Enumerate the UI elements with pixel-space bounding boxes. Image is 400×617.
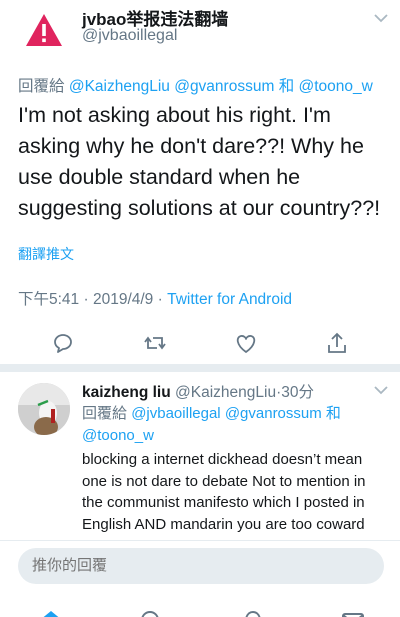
warning-icon xyxy=(26,14,62,46)
nav-home[interactable] xyxy=(38,608,64,617)
tweet-actions xyxy=(0,328,400,362)
reply-and: 和 xyxy=(325,405,341,422)
reply-header: kaizheng liu @KaizhengLiu·30分 xyxy=(82,380,314,402)
nav-messages[interactable] xyxy=(340,608,366,617)
main-tweet: jvbao举报违法翻墙 @jvbaoillegal 回覆給 @KaizhengL… xyxy=(0,0,400,360)
reply-and: 和 xyxy=(278,78,295,95)
reply-input[interactable] xyxy=(18,548,384,584)
mention-link[interactable]: @KaizhengLiu xyxy=(69,78,170,95)
tweet-meta: 下午5:41 · 2019/4/9 · Twitter for Android xyxy=(18,287,292,309)
tweet-source[interactable]: Twitter for Android xyxy=(167,291,292,308)
retweet-icon xyxy=(144,336,166,350)
nav-search[interactable] xyxy=(138,608,164,617)
share-icon xyxy=(328,332,346,353)
tweet-text: I'm not asking about his right. I'm aski… xyxy=(18,103,381,220)
translate-tweet-link[interactable]: 翻譯推文 xyxy=(18,244,74,264)
reply-text: blocking a internet dickhead doesn’t mea… xyxy=(82,451,366,533)
reply-prefix: 回覆給 xyxy=(18,78,65,95)
tweet-time: 下午5:41 xyxy=(18,291,80,308)
bottom-nav xyxy=(0,598,400,617)
reply-to-line: 回覆給 @jvbaoillegal @gvanrossum 和 @toono_w xyxy=(82,403,372,447)
meta-separator: · xyxy=(157,291,163,308)
mention-link[interactable]: @gvanrossum xyxy=(225,405,322,422)
reply-button[interactable] xyxy=(48,328,78,358)
reply-prefix: 回覆給 xyxy=(82,405,128,422)
reply-to-line: 回覆給 @KaizhengLiu @gvanrossum 和 @toono_w xyxy=(18,74,373,96)
tweet-date: 2019/4/9 xyxy=(92,291,154,308)
mention-link[interactable]: @toono_w xyxy=(299,78,373,95)
share-button[interactable] xyxy=(322,328,352,358)
messages-icon xyxy=(342,613,364,617)
avatar-image xyxy=(18,383,70,435)
chevron-down-icon[interactable] xyxy=(372,12,390,24)
mention-link[interactable]: @gvanrossum xyxy=(174,78,274,95)
home-icon xyxy=(43,611,59,617)
avatar[interactable] xyxy=(18,383,70,435)
like-button[interactable] xyxy=(231,328,261,358)
chevron-down-icon[interactable] xyxy=(372,384,390,396)
section-divider xyxy=(0,364,400,372)
retweet-button[interactable] xyxy=(140,328,170,358)
author-handle[interactable]: @jvbaoillegal xyxy=(82,27,177,45)
search-icon xyxy=(141,611,159,617)
warning-avatar[interactable] xyxy=(18,6,70,58)
reply-icon xyxy=(54,334,72,353)
notifications-icon xyxy=(245,610,261,617)
mention-link[interactable]: @toono_w xyxy=(82,427,154,444)
reply-time: 30分 xyxy=(281,384,315,401)
meta-separator: · xyxy=(83,291,89,308)
like-icon xyxy=(236,335,256,353)
reply-author-name[interactable]: kaizheng liu xyxy=(82,384,171,401)
mention-link[interactable]: @jvbaoillegal xyxy=(131,405,220,422)
reply-author-handle[interactable]: @KaizhengLiu xyxy=(175,384,276,401)
nav-notifications[interactable] xyxy=(240,608,266,617)
